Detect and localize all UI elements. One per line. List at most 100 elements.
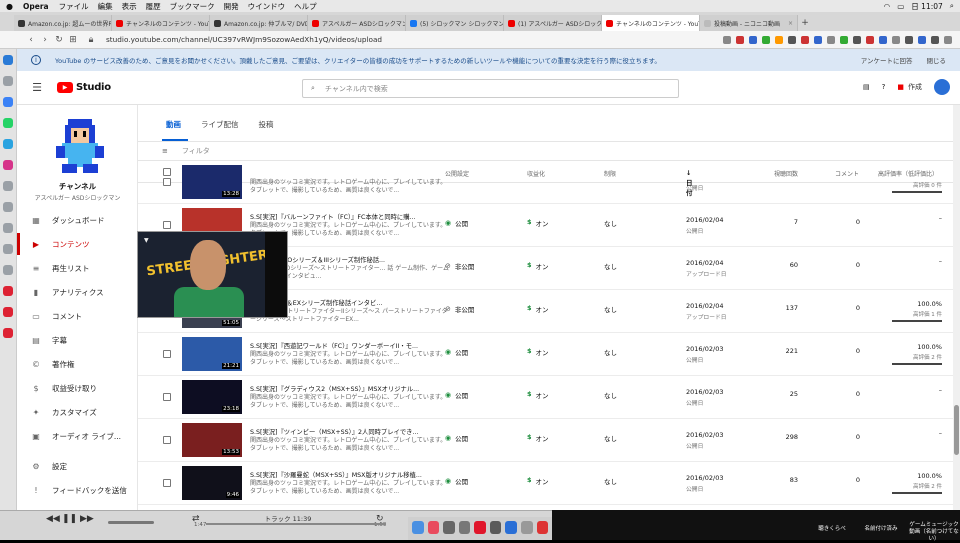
folder-icon[interactable] <box>458 521 471 534</box>
visibility-status[interactable]: ◉ 公開 <box>445 476 468 486</box>
extension-icon[interactable] <box>879 35 887 44</box>
monetization-status[interactable]: $ オン <box>527 433 549 443</box>
extension-icon[interactable] <box>892 35 900 44</box>
monetization-status[interactable]: $ オン <box>527 390 549 400</box>
app-icon[interactable] <box>505 521 517 534</box>
extension-icon[interactable] <box>827 35 835 44</box>
extension-icon[interactable] <box>853 35 861 44</box>
forward-icon[interactable]: › <box>38 35 52 45</box>
app-icon[interactable] <box>536 521 549 534</box>
grid-icon[interactable]: ⊞ <box>66 35 80 45</box>
table-row[interactable]: 21:21 S.S[実況]『西遊記ワールド（FC）』ワンダーボーイII・モ... 関… <box>138 333 960 376</box>
monetization-status[interactable]: $ オン <box>527 347 549 357</box>
tab-videos[interactable]: 動画 <box>166 119 181 130</box>
browser-tab-active[interactable]: チャンネルのコンテンツ - YouTu× <box>602 15 700 31</box>
video-title[interactable]: S.S[実況]『グラディウス2（MSX+SS）』MSXオリジナル... <box>250 384 450 393</box>
game-icon[interactable] <box>3 307 13 317</box>
app-menu-opera[interactable]: Opera <box>23 2 49 11</box>
flag-icon[interactable] <box>3 328 13 338</box>
video-thumbnail[interactable]: 9:46 <box>182 466 242 500</box>
extension-icon[interactable] <box>736 35 744 44</box>
feedback-icon[interactable]: ▤ <box>863 83 870 91</box>
home-icon[interactable] <box>3 55 13 65</box>
monetization-status[interactable]: $ オン <box>527 476 549 486</box>
extension-icon[interactable] <box>814 35 822 44</box>
row-checkbox[interactable] <box>163 393 171 401</box>
visibility-status[interactable]: ⊘ 非公開 <box>445 261 474 271</box>
extension-icon[interactable] <box>918 35 926 44</box>
sidebar-item-copyright[interactable]: © 著作権 <box>17 353 138 375</box>
tab-live[interactable]: ライブ配信 <box>201 119 239 130</box>
scrollbar-thumb[interactable] <box>954 405 959 455</box>
extension-icon[interactable] <box>866 35 874 44</box>
create-button[interactable]: ■ 作成 <box>897 82 922 92</box>
filter-icon[interactable]: ≡ <box>162 147 168 155</box>
rewind-icon[interactable]: ◀◀ <box>46 514 60 524</box>
sidebar-item-dashboard[interactable]: ▦ ダッシュボード <box>17 209 138 231</box>
filter-bar[interactable]: ≡ フィルタ <box>138 141 960 161</box>
heart-icon[interactable] <box>3 223 13 233</box>
visibility-status[interactable]: ◉ 公開 <box>445 218 468 228</box>
menu-edit[interactable]: 編集 <box>98 1 113 12</box>
page-scrollbar[interactable] <box>953 105 960 510</box>
visibility-status[interactable]: ⊘ 非公開 <box>445 304 474 314</box>
menu-file[interactable]: ファイル <box>59 1 89 12</box>
extension-icon[interactable] <box>749 35 757 44</box>
table-row[interactable]: 9:46 S.S[実況]『沙羅曼蛇（MSX+SS）』MSX版オリジナル移植... 関… <box>138 462 960 505</box>
visibility-status[interactable]: ◉ 公開 <box>445 347 468 357</box>
extension-icon[interactable] <box>944 35 952 44</box>
sidebar-item-earn[interactable]: $ 収益受け取り <box>17 377 138 399</box>
row-checkbox[interactable] <box>163 479 171 487</box>
extension-icon[interactable] <box>723 35 731 44</box>
messenger-icon[interactable] <box>3 97 13 107</box>
battery-icon[interactable]: ▭ <box>897 2 904 11</box>
menu-history[interactable]: 履歴 <box>146 1 161 12</box>
menu-help[interactable]: ヘルプ <box>294 1 317 12</box>
channel-avatar[interactable] <box>53 115 107 177</box>
sidebar-item-subtitles[interactable]: ▤ 字幕 <box>17 329 138 351</box>
progress-bar[interactable] <box>206 523 386 525</box>
video-title[interactable]: S.S[実況]『ツインビー（MSX+SS）』2人同時プレイでき... <box>250 427 450 436</box>
extension-icon[interactable] <box>840 35 848 44</box>
wifi-icon[interactable]: ◠ <box>884 2 891 11</box>
sidebar-item-settings[interactable]: ⚙ 設定 <box>17 455 138 477</box>
volume-slider[interactable] <box>108 521 154 524</box>
tab-posts[interactable]: 投稿 <box>259 119 274 130</box>
clock-icon[interactable] <box>3 181 13 191</box>
monetization-status[interactable]: $ オン <box>527 261 549 271</box>
table-row[interactable]: 23:18 S.S[実況]『グラディウス2（MSX+SS）』MSXオリジナル...… <box>138 376 960 419</box>
pause-icon[interactable]: ❚❚ <box>62 514 77 524</box>
instagram-icon[interactable] <box>3 160 13 170</box>
whatsapp-icon[interactable] <box>3 118 13 128</box>
desktop-folder-label[interactable]: 聴きくらべ <box>812 524 852 532</box>
search-input[interactable]: ⌕ チャンネル内で検索 <box>302 79 679 98</box>
sidebar-item-playlists[interactable]: ≡ 再生リスト <box>17 257 138 279</box>
video-title[interactable]: S.S[実況]『西遊記ワールド（FC）』ワンダーボーイII・モ... <box>250 341 450 350</box>
opera-icon[interactable] <box>474 521 486 534</box>
row-checkbox[interactable] <box>163 436 171 444</box>
video-thumbnail[interactable]: 13:28 <box>182 165 242 199</box>
row-checkbox[interactable] <box>163 221 171 229</box>
telegram-icon[interactable] <box>3 139 13 149</box>
menu-icon[interactable]: ☰ <box>17 81 57 94</box>
repeat-icon[interactable]: ↻ <box>376 514 384 524</box>
sidebar-item-comments[interactable]: ▭ コメント <box>17 305 138 327</box>
history-icon[interactable] <box>3 244 13 254</box>
settings-icon[interactable] <box>3 265 13 275</box>
sidebar-item-content[interactable]: ▶ コンテンツ <box>17 233 138 255</box>
browser-tab[interactable]: チャンネルのコンテンツ - YouT× <box>112 15 210 31</box>
extension-icon[interactable] <box>931 35 939 44</box>
table-row[interactable]: 13:28 関西出身のツッコミ実況です。レトロゲーム中心に、プレイしています。タブ… <box>138 161 960 204</box>
browser-tab[interactable]: アスペルガー ASDシロックマン× <box>308 15 406 31</box>
monetization-status[interactable]: $ オン <box>527 304 549 314</box>
visibility-status[interactable]: ◉ 公開 <box>445 433 468 443</box>
player-icon[interactable] <box>3 202 13 212</box>
back-icon[interactable]: ‹ <box>24 35 38 45</box>
browser-tab[interactable]: Amazon.co.jp: 超ムーの世界R× <box>14 15 112 31</box>
finder-icon[interactable] <box>412 521 424 534</box>
video-thumbnail[interactable]: 23:18 <box>182 380 242 414</box>
extension-icon[interactable] <box>788 35 796 44</box>
star-icon[interactable] <box>3 76 13 86</box>
studio-logo[interactable]: ▶ Studio <box>57 82 111 93</box>
video-thumbnail[interactable]: 13:53 <box>182 423 242 457</box>
